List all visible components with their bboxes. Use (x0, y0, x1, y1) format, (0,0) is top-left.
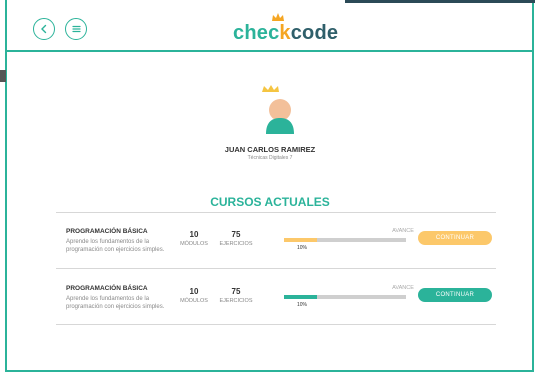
top-bar: checkcode (5, 0, 534, 52)
progress-fill (284, 238, 317, 242)
progress-bar (284, 295, 406, 299)
course-row: PROGRAMACIÓN BÁSICA Aprende los fundamen… (56, 275, 496, 325)
course-description: Aprende los fundamentos de la programaci… (66, 239, 165, 253)
divider (56, 268, 496, 269)
exercises-count: 75 (231, 287, 241, 296)
continue-button[interactable]: CONTINUAR (418, 231, 492, 245)
logo: checkcode (233, 12, 343, 46)
modules-label: MÓDULOS (180, 241, 208, 247)
course-description: Aprende los fundamentos de la programaci… (66, 296, 165, 310)
crown-icon (272, 13, 284, 21)
modules-count: 10 (189, 287, 199, 296)
logo-text: checkcode (233, 22, 339, 44)
modules-count: 10 (189, 230, 199, 239)
section-title: CURSOS ACTUALES (210, 195, 330, 209)
menu-button[interactable] (65, 18, 87, 40)
user-role: Técnicas Digitales 7 (247, 155, 293, 161)
exercises-count: 75 (231, 230, 241, 239)
user-avatar-icon (262, 85, 294, 134)
hamburger-icon (71, 25, 81, 33)
course-title: PROGRAMACIÓN BÁSICA (66, 285, 148, 292)
progress-fill (284, 295, 317, 299)
course-row: PROGRAMACIÓN BÁSICA Aprende los fundamen… (56, 218, 496, 268)
divider (56, 324, 496, 325)
modules-label: MÓDULOS (180, 298, 208, 304)
divider (56, 212, 496, 213)
exercises-label: EJERCICIOS (219, 241, 253, 247)
user-name: JUAN CARLOS RAMIREZ (224, 145, 316, 154)
course-title: PROGRAMACIÓN BÁSICA (66, 228, 148, 235)
back-button[interactable] (33, 18, 55, 40)
chevron-left-icon (41, 24, 47, 34)
progress-percent: 10% (297, 245, 308, 251)
avatar (258, 84, 298, 136)
exercises-label: EJERCICIOS (219, 298, 253, 304)
edge-mark (0, 70, 6, 82)
progress-bar (284, 238, 406, 242)
continue-button[interactable]: CONTINUAR (418, 288, 492, 302)
progress-percent: 10% (297, 302, 308, 308)
